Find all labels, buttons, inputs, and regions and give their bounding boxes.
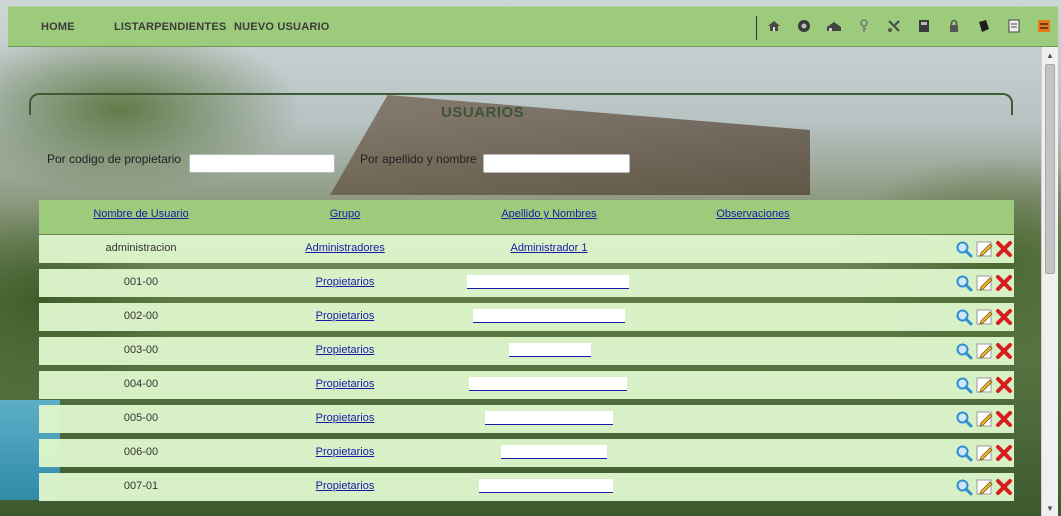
cell-username: 001-00 [123, 276, 159, 288]
filter-code-label: Por codigo de propietario [47, 152, 182, 166]
nav-home-link[interactable]: HOME [41, 21, 75, 33]
redacted-name[interactable] [479, 479, 613, 493]
key-icon[interactable] [856, 18, 872, 34]
table-row: administracion Administradores Administrad… [39, 235, 1014, 263]
view-magnifier-icon[interactable] [955, 410, 973, 428]
redacted-name[interactable] [501, 445, 607, 459]
table-row: 006-00 Propietarios [39, 439, 1014, 467]
archive-icon[interactable] [1036, 18, 1052, 34]
view-magnifier-icon[interactable] [955, 308, 973, 326]
column-header-group[interactable]: Grupo [330, 208, 361, 220]
scroll-thumb[interactable] [1045, 64, 1055, 274]
delete-x-icon[interactable] [995, 478, 1013, 496]
filter-code-input[interactable] [189, 154, 335, 173]
delete-x-icon[interactable] [995, 240, 1013, 258]
delete-x-icon[interactable] [995, 274, 1013, 292]
cell-group-link[interactable]: Propietarios [316, 480, 375, 492]
edit-pencil-icon[interactable] [976, 274, 994, 292]
view-magnifier-icon[interactable] [955, 376, 973, 394]
edit-pencil-icon[interactable] [976, 376, 994, 394]
table-row: 003-00 Propietarios [39, 337, 1014, 365]
cell-group-link[interactable]: Propietarios [316, 310, 375, 322]
view-magnifier-icon[interactable] [955, 342, 973, 360]
document-icon[interactable] [1006, 18, 1022, 34]
cell-group-link[interactable]: Propietarios [316, 276, 375, 288]
delete-x-icon[interactable] [995, 444, 1013, 462]
cell-username: 002-00 [123, 310, 159, 322]
vertical-scrollbar[interactable]: ▲ ▼ [1041, 47, 1058, 516]
redacted-name[interactable] [485, 411, 613, 425]
view-magnifier-icon[interactable] [955, 240, 973, 258]
edit-pencil-icon[interactable] [976, 342, 994, 360]
cell-group-link[interactable]: Propietarios [316, 446, 375, 458]
view-magnifier-icon[interactable] [955, 274, 973, 292]
edit-pencil-icon[interactable] [976, 478, 994, 496]
table-header: Nombre de Usuario Grupo Apellido y Nombr… [39, 200, 1014, 234]
table-row: 001-00 Propietarios [39, 269, 1014, 297]
delete-x-icon[interactable] [995, 308, 1013, 326]
toolbar-separator [756, 16, 757, 40]
redacted-name[interactable] [509, 343, 591, 357]
building-icon[interactable] [826, 18, 842, 34]
app-frame: HOME LISTARPENDIENTES NUEVO USUARIO ▲ ▼ … [8, 6, 1058, 516]
redacted-name[interactable] [467, 275, 629, 289]
cell-username: 004-00 [123, 378, 159, 390]
scroll-down-arrow-icon[interactable]: ▼ [1042, 500, 1058, 516]
house-icon[interactable] [766, 18, 782, 34]
table-row: 007-01 Propietarios [39, 473, 1014, 501]
delete-x-icon[interactable] [995, 376, 1013, 394]
edit-pencil-icon[interactable] [976, 308, 994, 326]
cell-group-link[interactable]: Administradores [305, 242, 384, 254]
edit-pencil-icon[interactable] [976, 444, 994, 462]
edit-pencil-icon[interactable] [976, 410, 994, 428]
tools-icon[interactable] [886, 18, 902, 34]
folder-icon[interactable] [916, 18, 932, 34]
cell-group-link[interactable]: Propietarios [316, 344, 375, 356]
cell-name-link[interactable]: Administrador 1 [510, 242, 587, 254]
cell-username: administracion [105, 242, 177, 254]
filter-name-label: Por apellido y nombre [360, 152, 477, 166]
cell-username: 005-00 [123, 412, 159, 424]
cell-username: 007-01 [123, 480, 159, 492]
cell-username: 006-00 [123, 446, 159, 458]
table-row: 002-00 Propietarios [39, 303, 1014, 331]
delete-x-icon[interactable] [995, 342, 1013, 360]
cell-username: 003-00 [123, 344, 159, 356]
table-row: 004-00 Propietarios [39, 371, 1014, 399]
nav-new-user-link[interactable]: NUEVO USUARIO [234, 21, 330, 33]
column-header-observations[interactable]: Observaciones [716, 208, 789, 220]
page-title: USUARIOS [441, 104, 525, 121]
lock-icon[interactable] [946, 18, 962, 34]
column-header-username[interactable]: Nombre de Usuario [93, 208, 188, 220]
edit-pencil-icon[interactable] [976, 240, 994, 258]
view-magnifier-icon[interactable] [955, 444, 973, 462]
top-nav-bar: HOME LISTARPENDIENTES NUEVO USUARIO [8, 6, 1058, 47]
view-magnifier-icon[interactable] [955, 478, 973, 496]
delete-x-icon[interactable] [995, 410, 1013, 428]
redacted-name[interactable] [469, 377, 627, 391]
filter-name-input[interactable] [483, 154, 630, 173]
cell-group-link[interactable]: Propietarios [316, 412, 375, 424]
scroll-up-arrow-icon[interactable]: ▲ [1042, 47, 1058, 63]
gear-icon[interactable] [796, 18, 812, 34]
table-row: 005-00 Propietarios [39, 405, 1014, 433]
column-header-name[interactable]: Apellido y Nombres [501, 208, 596, 220]
redacted-name[interactable] [473, 309, 625, 323]
cell-group-link[interactable]: Propietarios [316, 378, 375, 390]
nav-pending-link[interactable]: LISTARPENDIENTES [114, 21, 226, 33]
book-icon[interactable] [976, 18, 992, 34]
